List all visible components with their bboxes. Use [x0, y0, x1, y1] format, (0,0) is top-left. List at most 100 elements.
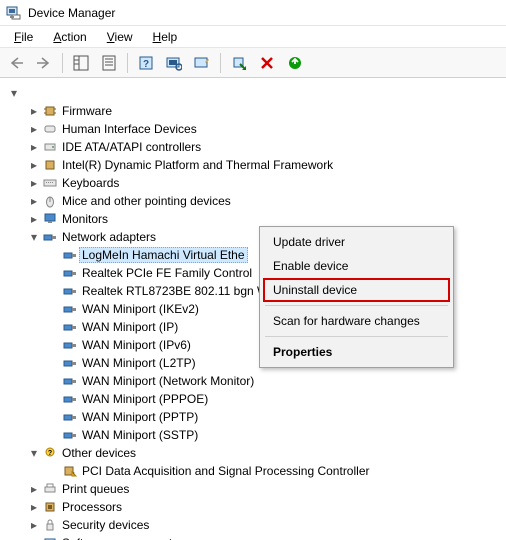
tree-label: Other devices [62, 446, 136, 460]
chevron-right-icon[interactable]: ▸ [28, 141, 40, 153]
tree-label: Realtek RTL8723BE 802.11 bgn W [82, 284, 268, 298]
warning-device-icon: ! [62, 463, 78, 479]
chevron-right-icon[interactable]: ▸ [28, 501, 40, 513]
hid-icon [42, 121, 58, 137]
chevron-right-icon[interactable]: ▸ [28, 195, 40, 207]
context-menu: Update driver Enable device Uninstall de… [259, 226, 454, 368]
software-icon [42, 535, 58, 540]
menu-file[interactable]: File [4, 28, 43, 46]
uninstall-device-button[interactable] [283, 51, 307, 75]
enable-device-button[interactable] [227, 51, 251, 75]
tree-category-ide[interactable]: ▸ IDE ATA/ATAPI controllers [6, 138, 506, 156]
menubar: File Action View Help [0, 26, 506, 48]
disable-device-button[interactable] [255, 51, 279, 75]
network-adapter-icon [62, 409, 78, 425]
tree-category-security[interactable]: ▸ Security devices [6, 516, 506, 534]
network-adapter-icon [62, 319, 78, 335]
chevron-down-icon[interactable]: ▾ [28, 231, 40, 243]
chevron-right-icon[interactable]: ▸ [28, 213, 40, 225]
drive-icon [42, 139, 58, 155]
tree-label: WAN Miniport (L2TP) [82, 356, 196, 370]
tree-label: Firmware [62, 104, 112, 118]
menu-action[interactable]: Action [43, 28, 96, 46]
tree-label: Mice and other pointing devices [62, 194, 231, 208]
network-adapter-icon [62, 301, 78, 317]
chevron-right-icon[interactable]: ▸ [28, 177, 40, 189]
update-driver-button[interactable] [190, 51, 214, 75]
toolbar-separator [127, 53, 128, 73]
network-adapter-icon [42, 229, 58, 245]
tree-category-mice[interactable]: ▸ Mice and other pointing devices [6, 192, 506, 210]
chip-icon [42, 157, 58, 173]
printer-icon [42, 481, 58, 497]
help-button[interactable]: ? [134, 51, 158, 75]
tree-item[interactable]: WAN Miniport (PPTP) [6, 408, 506, 426]
show-hide-tree-button[interactable] [69, 51, 93, 75]
tree-label: Realtek PCIe FE Family Control [82, 266, 252, 280]
tree-label: Keyboards [62, 176, 119, 190]
context-menu-enable-device[interactable]: Enable device [263, 254, 450, 278]
tree-item[interactable]: WAN Miniport (SSTP) [6, 426, 506, 444]
tree-category-firmware[interactable]: ▸ Firmware [6, 102, 506, 120]
tree-label: IDE ATA/ATAPI controllers [62, 140, 201, 154]
context-menu-uninstall-device[interactable]: Uninstall device [263, 278, 450, 302]
chevron-right-icon[interactable]: ▸ [28, 483, 40, 495]
tree-item[interactable]: WAN Miniport (PPPOE) [6, 390, 506, 408]
mouse-icon [42, 193, 58, 209]
tree-label: Software components [62, 536, 178, 540]
titlebar: Device Manager [0, 0, 506, 26]
toolbar: ? [0, 48, 506, 78]
context-menu-separator [265, 305, 448, 306]
network-adapter-icon [62, 283, 78, 299]
tree-root-chevron[interactable]: ▾ [6, 84, 506, 102]
tree-item[interactable]: WAN Miniport (Network Monitor) [6, 372, 506, 390]
tree-label: WAN Miniport (PPPOE) [82, 392, 208, 406]
context-menu-separator [265, 336, 448, 337]
tree-category-hid[interactable]: ▸ Human Interface Devices [6, 120, 506, 138]
context-menu-properties[interactable]: Properties [263, 340, 450, 364]
tree-item-pci[interactable]: ! PCI Data Acquisition and Signal Proces… [6, 462, 506, 480]
toolbar-separator [62, 53, 63, 73]
scan-hardware-button[interactable] [162, 51, 186, 75]
tree-category-processors[interactable]: ▸ Processors [6, 498, 506, 516]
other-devices-icon: ? [42, 445, 58, 461]
tree-label: WAN Miniport (IP) [82, 320, 178, 334]
context-menu-update-driver[interactable]: Update driver [263, 230, 450, 254]
tree-category-software[interactable]: ▸ Software components [6, 534, 506, 540]
toolbar-separator [220, 53, 221, 73]
processor-icon [42, 499, 58, 515]
network-adapter-icon [62, 373, 78, 389]
tree-category-intel[interactable]: ▸ Intel(R) Dynamic Platform and Thermal … [6, 156, 506, 174]
chevron-down-icon[interactable]: ▾ [8, 87, 20, 99]
chevron-right-icon[interactable]: ▸ [28, 519, 40, 531]
menu-view[interactable]: View [97, 28, 143, 46]
tree-label-selected: LogMeIn Hamachi Virtual Ethe [79, 247, 248, 263]
tree-category-keyboards[interactable]: ▸ Keyboards [6, 174, 506, 192]
network-adapter-icon [62, 427, 78, 443]
tree-label: WAN Miniport (PPTP) [82, 410, 198, 424]
tree-label: WAN Miniport (Network Monitor) [82, 374, 254, 388]
context-menu-scan-hardware[interactable]: Scan for hardware changes [263, 309, 450, 333]
tree-label: WAN Miniport (SSTP) [82, 428, 198, 442]
tree-label: Security devices [62, 518, 149, 532]
tree-label: WAN Miniport (IKEv2) [82, 302, 199, 316]
forward-button[interactable] [32, 51, 56, 75]
tree-category-print-queues[interactable]: ▸ Print queues [6, 480, 506, 498]
network-adapter-icon [62, 391, 78, 407]
tree-label: Human Interface Devices [62, 122, 197, 136]
properties-button[interactable] [97, 51, 121, 75]
svg-text:?: ? [48, 450, 52, 457]
tree-label: WAN Miniport (IPv6) [82, 338, 191, 352]
menu-help[interactable]: Help [143, 28, 188, 46]
chevron-right-icon[interactable]: ▸ [28, 105, 40, 117]
network-adapter-icon [62, 337, 78, 353]
chip-icon [42, 103, 58, 119]
tree-category-other[interactable]: ▾ ? Other devices [6, 444, 506, 462]
device-tree[interactable]: ▾ ▸ Firmware ▸ Human Interface Devices ▸… [0, 78, 506, 540]
keyboard-icon [42, 175, 58, 191]
chevron-right-icon[interactable]: ▸ [28, 123, 40, 135]
back-button[interactable] [4, 51, 28, 75]
tree-label: Network adapters [62, 230, 156, 244]
chevron-right-icon[interactable]: ▸ [28, 159, 40, 171]
chevron-down-icon[interactable]: ▾ [28, 447, 40, 459]
